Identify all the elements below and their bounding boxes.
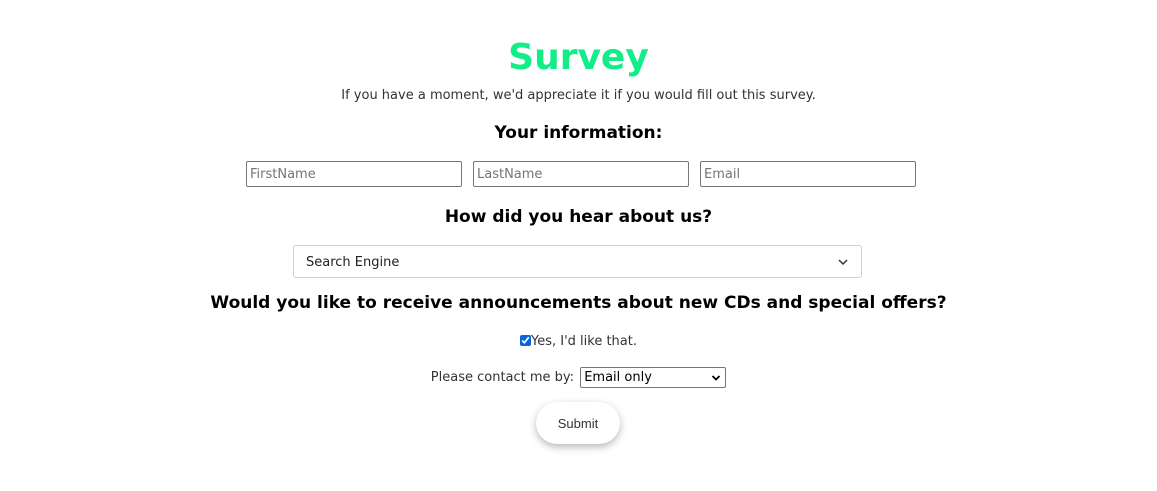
source-select[interactable]: Search Engine <box>293 245 862 278</box>
page-title: Survey <box>508 37 649 78</box>
announce-heading: Would you like to receive announcements … <box>210 293 947 313</box>
announce-checkbox-row: Yes, I'd like that. <box>0 333 1157 351</box>
announce-checkbox-label: Yes, I'd like that. <box>531 334 637 349</box>
last-name-input[interactable] <box>473 161 689 187</box>
chevron-down-icon <box>712 375 721 381</box>
source-heading: How did you hear about us? <box>444 207 713 227</box>
announce-checkbox[interactable] <box>520 335 531 346</box>
page-subtitle: If you have a moment, we'd appreciate it… <box>341 88 816 103</box>
contact-method-select[interactable]: Email only <box>580 367 727 388</box>
survey-page: Survey If you have a moment, we'd apprec… <box>0 0 1157 491</box>
chevron-down-icon <box>838 259 848 266</box>
contact-row: Please contact me by: Email only <box>0 367 1157 388</box>
info-heading: Your information: <box>494 123 663 143</box>
contact-method-value: Email only <box>584 370 652 385</box>
contact-label: Please contact me by: <box>430 370 575 385</box>
first-name-input[interactable] <box>246 161 462 187</box>
email-input[interactable] <box>700 161 916 187</box>
source-select-value: Search Engine <box>306 255 400 270</box>
submit-button[interactable]: Submit <box>536 402 620 444</box>
